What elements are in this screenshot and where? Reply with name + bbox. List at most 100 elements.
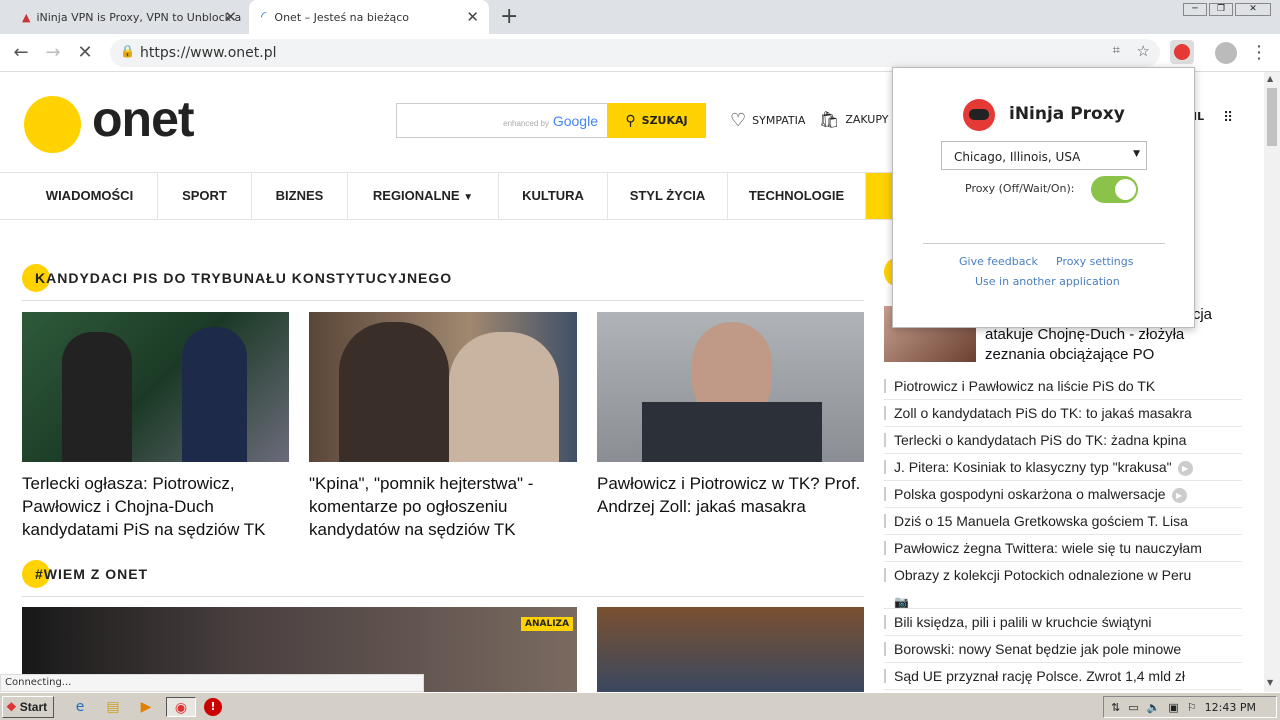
- media-player-icon[interactable]: ▶: [136, 697, 156, 717]
- section-kandydaci: KANDYDACI PIS DO TRYBUNAŁU KONSTYTUCYJNE…: [22, 264, 864, 301]
- play-icon: ▶: [1171, 487, 1187, 503]
- proxy-settings-link[interactable]: Proxy settings: [1056, 255, 1134, 268]
- clock[interactable]: 12:43 PM: [1205, 701, 1256, 714]
- stop-loading-icon[interactable]: ✕: [72, 40, 98, 66]
- lock-icon: 🔒: [120, 44, 135, 58]
- back-arrow-icon[interactable]: ←: [8, 40, 34, 66]
- give-feedback-link[interactable]: Give feedback: [959, 255, 1038, 268]
- article-photo[interactable]: [22, 312, 289, 462]
- google-branding: enhanced by Google: [503, 113, 598, 129]
- nav-wiadomosci[interactable]: WIADOMOŚCI: [22, 173, 158, 219]
- tab-onet[interactable]: ◜ Onet – Jesteś na bieżąco ✕: [249, 0, 489, 34]
- list-item[interactable]: Pawłowicz żegna Twittera: wiele się tu n…: [884, 535, 1242, 562]
- tab-ininja[interactable]: ▲ iNinja VPN is Proxy, VPN to Unblock a …: [10, 0, 247, 34]
- address-bar[interactable]: 🔒 https://www.onet.pl ⌗ ☆: [110, 39, 1160, 67]
- zakupy-link[interactable]: 🛍 ZAKUPY: [819, 110, 888, 129]
- article-headline[interactable]: Terlecki ogłasza: Piotrowicz, Pawłowicz …: [22, 472, 289, 541]
- nav-kultura[interactable]: KULTURA: [499, 173, 608, 219]
- article-headline[interactable]: "Kpina", "pomnik hejterstwa" - komentarz…: [309, 472, 577, 541]
- article-photo[interactable]: [597, 312, 864, 462]
- monitor-icon[interactable]: ▣: [1168, 701, 1178, 714]
- forward-arrow-icon[interactable]: →: [40, 40, 66, 66]
- play-icon: ▶: [1177, 460, 1193, 476]
- bookmark-star-icon[interactable]: ☆: [1137, 42, 1150, 60]
- list-item[interactable]: J. Pitera: Kosiniak to klasyczny typ "kr…: [884, 454, 1242, 481]
- scroll-thumb[interactable]: [1267, 88, 1277, 146]
- taskbar: ❖ Start e ▤ ▶ ◉ ! ⇅ ▭ 🔈 ▣ ⚐ 12:43 PM: [0, 692, 1280, 720]
- windows-logo-icon: ❖: [6, 700, 17, 714]
- section-title[interactable]: #WIEM Z ONET: [35, 566, 148, 582]
- ninja-logo-icon: [963, 99, 995, 131]
- ninja-icon: [1174, 44, 1190, 60]
- article-photo[interactable]: [309, 312, 577, 462]
- article-photo[interactable]: [597, 607, 864, 692]
- nav-sport[interactable]: SPORT: [158, 173, 252, 219]
- chrome-icon: ◉: [174, 700, 188, 716]
- ininja-extension-button[interactable]: [1170, 40, 1194, 64]
- proxy-label: Proxy (Off/Wait/On):: [965, 182, 1075, 195]
- news-list: Piotrowicz i Pawłowicz na liście PiS do …: [884, 373, 1242, 690]
- volume-icon[interactable]: 🔈: [1147, 701, 1161, 714]
- onet-logo[interactable]: onet: [92, 90, 195, 148]
- analysis-badge: ANALIZA: [521, 617, 574, 631]
- nav-regionalne[interactable]: REGIONALNE ▼: [348, 173, 499, 219]
- list-item[interactable]: Dziś o 15 Manuela Gretkowska gościem T. …: [884, 508, 1242, 535]
- nav-highlight-item[interactable]: [866, 173, 892, 219]
- other-application-link[interactable]: Use in another application: [975, 275, 1120, 288]
- ininja-popup: iNinja Proxy Chicago, Illinois, USA ▼ Pr…: [892, 67, 1195, 328]
- opera-icon[interactable]: !: [204, 698, 222, 716]
- display-icon[interactable]: ▭: [1128, 701, 1138, 714]
- close-window-button[interactable]: ✕: [1235, 3, 1271, 16]
- system-tray: ⇅ ▭ 🔈 ▣ ⚐ 12:43 PM: [1103, 696, 1277, 718]
- main-nav: WIADOMOŚCI SPORT BIZNES REGIONALNE ▼ KUL…: [0, 172, 892, 220]
- page-scrollbar[interactable]: ▲ ▼: [1264, 72, 1280, 692]
- heart-icon: ♡: [730, 110, 747, 131]
- popup-title: iNinja Proxy: [1009, 104, 1125, 124]
- list-item[interactable]: Piotrowicz i Pawłowicz na liście PiS do …: [884, 373, 1242, 400]
- onet-logo-circle[interactable]: [24, 96, 81, 153]
- magnifier-icon: ⚲: [625, 112, 636, 129]
- section-wiem: #WIEM Z ONET: [22, 560, 864, 597]
- minimize-button[interactable]: ─: [1183, 3, 1207, 16]
- list-item[interactable]: Polska gospodyni oskarżona o malwersacje…: [884, 481, 1242, 508]
- chrome-taskbar-button[interactable]: ◉: [166, 697, 196, 717]
- network-icon[interactable]: ⇅: [1111, 701, 1120, 714]
- close-tab-icon[interactable]: ✕: [466, 8, 479, 26]
- list-item[interactable]: Obrazy z kolekcji Potockich odnalezione …: [884, 562, 1242, 609]
- toggle-knob: [1115, 179, 1136, 200]
- article-headline[interactable]: Pawłowicz i Piotrowicz w TK? Prof. Andrz…: [597, 472, 864, 518]
- flag-icon[interactable]: ⚐: [1187, 701, 1197, 714]
- translate-icon[interactable]: ⌗: [1113, 43, 1120, 58]
- list-item[interactable]: Borowski: nowy Senat będzie jak pole min…: [884, 636, 1242, 663]
- close-tab-icon[interactable]: ✕: [224, 8, 237, 26]
- caret-down-icon: ▼: [463, 192, 474, 203]
- menu-kebab-icon[interactable]: ⋮: [1246, 40, 1272, 66]
- restore-button[interactable]: ❐: [1209, 3, 1233, 16]
- search-button[interactable]: ⚲ SZUKAJ: [607, 103, 706, 138]
- nav-technologie[interactable]: TECHNOLOGIE: [728, 173, 866, 219]
- loading-spinner-icon: ◜: [261, 9, 267, 25]
- list-item[interactable]: Zoll o kandydatach PiS do TK: to jakaś m…: [884, 400, 1242, 427]
- sympatia-link[interactable]: ♡ SYMPATIA: [730, 110, 805, 131]
- location-select[interactable]: Chicago, Illinois, USA ▼: [941, 141, 1147, 170]
- shopping-bag-icon: 🛍: [819, 110, 840, 129]
- apps-grid-icon[interactable]: ⠿: [1223, 110, 1233, 126]
- ie-icon[interactable]: e: [70, 697, 90, 717]
- folder-icon[interactable]: ▤: [103, 697, 123, 717]
- camera-icon: 📷: [894, 595, 909, 609]
- nav-styl-zycia[interactable]: STYL ŻYCIA: [608, 173, 728, 219]
- list-item[interactable]: Sąd UE przyznał rację Polsce. Zwrot 1,4 …: [884, 663, 1242, 690]
- scroll-down-icon[interactable]: ▼: [1267, 678, 1273, 687]
- search-input[interactable]: enhanced by Google: [396, 103, 608, 138]
- scroll-up-icon[interactable]: ▲: [1267, 74, 1273, 83]
- divider: [923, 243, 1165, 244]
- start-button[interactable]: ❖ Start: [2, 696, 54, 718]
- proxy-toggle[interactable]: [1091, 176, 1138, 203]
- new-tab-button[interactable]: +: [500, 4, 518, 29]
- list-item[interactable]: Terlecki o kandydatach PiS do TK: żadna …: [884, 427, 1242, 454]
- section-title[interactable]: KANDYDACI PIS DO TRYBUNAŁU KONSTYTUCYJNE…: [35, 270, 452, 286]
- tab-strip: ▲ iNinja VPN is Proxy, VPN to Unblock a …: [0, 0, 1280, 34]
- nav-biznes[interactable]: BIZNES: [252, 173, 348, 219]
- profile-avatar-icon[interactable]: [1215, 42, 1237, 64]
- list-item[interactable]: Bili księdza, pili i palili w kruchcie ś…: [884, 609, 1242, 636]
